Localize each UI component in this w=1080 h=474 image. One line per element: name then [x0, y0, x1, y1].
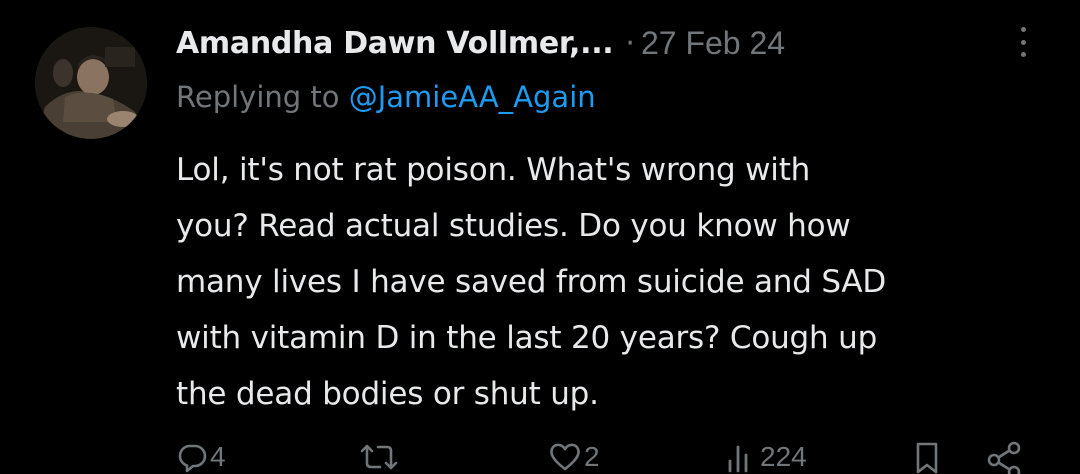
reply-handle-link[interactable]: @JamieAA_Again [349, 80, 596, 114]
tweet-text: Lol, it's not rat poison. What's wrong w… [176, 142, 1056, 422]
more-vertical-icon[interactable] [1011, 24, 1035, 60]
share-icon [987, 441, 1021, 474]
tweet-text-line: with vitamin D in the last 20 years? Cou… [176, 320, 878, 356]
tweet-text-line: many lives I have saved from suicide and… [176, 264, 887, 300]
tweet[interactable]: Amandha Dawn Vollmer,... · 27 Feb 24 Rep… [0, 0, 1080, 474]
reply-icon [178, 444, 207, 473]
like-button[interactable]: 2 [548, 440, 600, 474]
tweet-text-line: Lol, it's not rat poison. What's wrong w… [176, 152, 811, 188]
bookmark-icon [916, 442, 938, 474]
views-count: 224 [760, 441, 807, 472]
action-bar: 4 2 224 [0, 440, 1080, 474]
bar-chart-icon [728, 445, 748, 473]
reply-prefix: Replying to [176, 80, 349, 114]
tweet-header: Amandha Dawn Vollmer,... · 27 Feb 24 [176, 20, 785, 66]
avatar[interactable] [35, 27, 147, 139]
separator-dot: · [625, 25, 635, 61]
replying-to: Replying to @JamieAA_Again [176, 80, 596, 114]
share-button[interactable] [985, 440, 1025, 474]
tweet-date[interactable]: 27 Feb 24 [641, 25, 785, 62]
tweet-text-line: you? Read actual studies. Do you know ho… [176, 208, 851, 244]
bookmark-button[interactable] [910, 440, 944, 474]
avatar-photo [35, 27, 147, 139]
like-count: 2 [584, 441, 600, 472]
reply-count: 4 [210, 441, 226, 472]
author-name[interactable]: Amandha Dawn Vollmer,... [176, 26, 614, 61]
reply-button[interactable]: 4 [176, 440, 226, 474]
retweet-icon [360, 444, 398, 470]
views-button[interactable]: 224 [724, 440, 807, 474]
tweet-text-line: the dead bodies or shut up. [176, 376, 599, 412]
heart-icon [550, 443, 580, 471]
retweet-button[interactable] [358, 440, 402, 474]
